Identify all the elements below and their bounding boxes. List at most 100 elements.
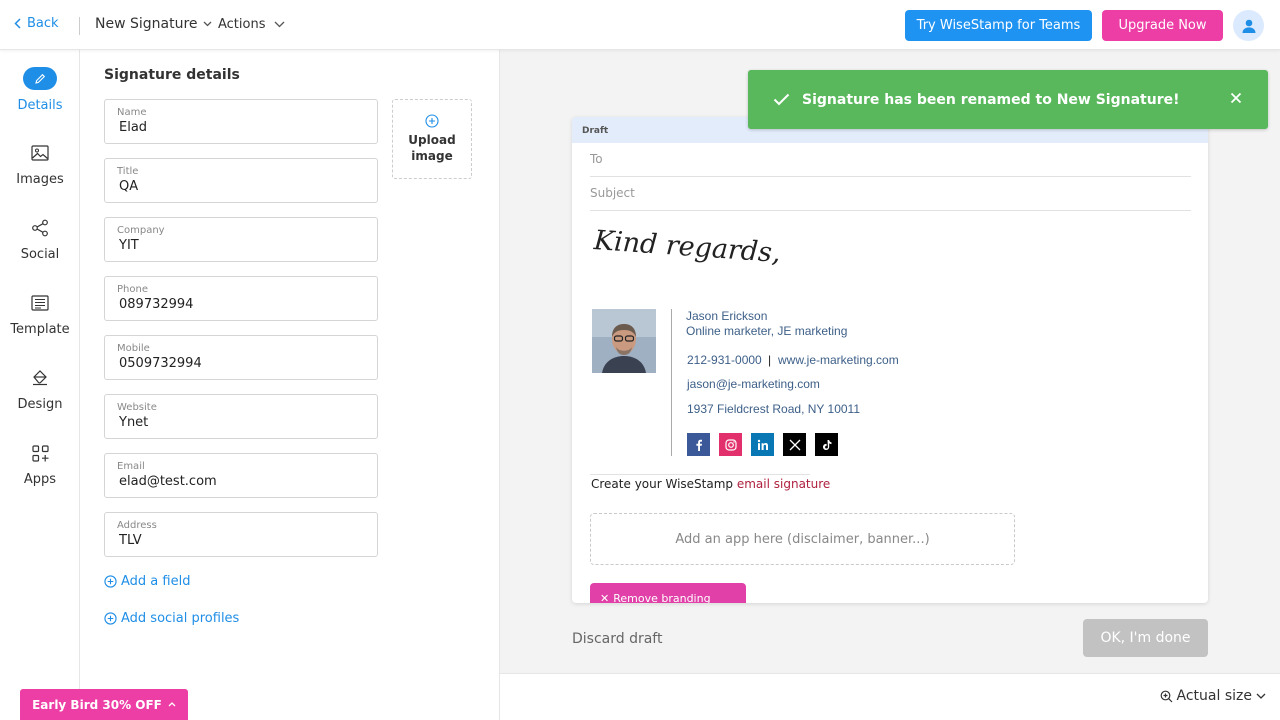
signature-divider xyxy=(671,309,672,456)
pencil-icon xyxy=(23,67,57,90)
facebook-icon[interactable] xyxy=(687,433,710,456)
branding-divider xyxy=(590,474,810,475)
early-bird-label: Early Bird 30% OFF xyxy=(32,697,162,712)
linkedin-icon[interactable] xyxy=(751,433,774,456)
signature-name: Jason Erickson xyxy=(686,309,768,323)
nav-item-apps[interactable]: Apps xyxy=(0,442,80,487)
signature-website: www.je-marketing.com xyxy=(778,353,899,367)
remove-branding-label: Remove branding xyxy=(613,592,711,603)
paint-bucket-icon xyxy=(28,367,52,389)
tiktok-icon[interactable] xyxy=(815,433,838,456)
website-field[interactable]: Website Ynet xyxy=(104,394,378,439)
add-field-link[interactable]: Add a field xyxy=(104,574,190,589)
success-toast: Signature has been renamed to New Signat… xyxy=(748,70,1268,129)
profile-photo xyxy=(592,309,656,373)
actions-label: Actions xyxy=(218,17,266,32)
upload-label: Upload image xyxy=(408,133,456,163)
field-label: Phone xyxy=(117,284,148,295)
field-label: Company xyxy=(117,225,165,236)
signature-email: jason@je-marketing.com xyxy=(687,377,820,391)
signature-title: Online marketer, JE marketing xyxy=(686,324,848,338)
checkmark-icon xyxy=(773,93,790,106)
to-label: To xyxy=(590,152,603,166)
signature-details-panel: Signature details Name Elad Title QA Com… xyxy=(80,50,500,720)
nav-item-design[interactable]: Design xyxy=(0,367,80,412)
field-value: elad@test.com xyxy=(119,474,217,489)
nav-label: Design xyxy=(17,397,63,412)
subject-field: Subject xyxy=(590,177,1191,211)
field-value: Elad xyxy=(119,120,148,135)
discard-draft-button[interactable]: Discard draft xyxy=(572,631,662,647)
nav-item-images[interactable]: Images xyxy=(0,142,80,187)
early-bird-promo-button[interactable]: Early Bird 30% OFF xyxy=(20,689,188,720)
add-social-link[interactable]: Add social profiles xyxy=(104,611,239,626)
name-field[interactable]: Name Elad xyxy=(104,99,378,144)
branding-prefix: Create your WiseStamp xyxy=(591,477,737,491)
field-label: Mobile xyxy=(117,343,150,354)
divider xyxy=(79,17,80,35)
x-icon[interactable] xyxy=(783,433,806,456)
nav-item-social[interactable]: Social xyxy=(0,217,80,262)
user-icon xyxy=(1242,19,1255,33)
nav-label: Details xyxy=(17,98,63,113)
actions-menu[interactable]: Actions xyxy=(218,17,285,32)
chevron-down-icon xyxy=(203,21,211,27)
add-field-label: Add a field xyxy=(121,574,191,589)
to-field: To xyxy=(590,143,1191,177)
branding-text: Create your WiseStamp email signature xyxy=(591,477,830,491)
field-label: Name xyxy=(117,107,147,118)
plus-circle-icon xyxy=(104,575,117,588)
user-avatar[interactable] xyxy=(1233,10,1264,41)
nav-item-template[interactable]: Template xyxy=(0,292,80,337)
company-field[interactable]: Company YIT xyxy=(104,217,378,262)
email-draft-card: Draft To Subject Kind regards, Jason Eri… xyxy=(572,117,1208,603)
signature-selector[interactable]: New Signature xyxy=(95,16,212,32)
instagram-icon[interactable] xyxy=(719,433,742,456)
nav-label: Images xyxy=(16,172,64,187)
signature-name: New Signature xyxy=(95,16,198,32)
share-icon xyxy=(28,217,52,239)
zoom-in-icon xyxy=(1160,690,1172,702)
subject-label: Subject xyxy=(590,186,635,200)
chevron-down-icon xyxy=(274,21,284,28)
try-teams-button[interactable]: Try WiseStamp for Teams xyxy=(905,10,1092,41)
title-field[interactable]: Title QA xyxy=(104,158,378,203)
image-icon xyxy=(28,142,52,164)
side-nav: Details Images Social Template Design Ap… xyxy=(0,50,80,720)
field-value: YIT xyxy=(119,238,139,253)
add-social-label: Add social profiles xyxy=(121,611,240,626)
address-field[interactable]: Address TLV xyxy=(104,512,378,557)
ok-done-button[interactable]: OK, I'm done xyxy=(1083,619,1208,657)
remove-branding-button[interactable]: ✕ Remove branding xyxy=(590,583,746,603)
field-label: Email xyxy=(117,461,145,472)
field-label: Website xyxy=(117,402,157,413)
top-bar: Back New Signature Actions Try WiseStamp… xyxy=(0,0,1280,50)
back-button[interactable]: Back xyxy=(14,16,59,31)
email-field[interactable]: Email elad@test.com xyxy=(104,453,378,498)
field-value: QA xyxy=(119,179,139,194)
upload-image-button[interactable]: Upload image xyxy=(392,99,472,179)
email-signature-link[interactable]: email signature xyxy=(737,477,830,491)
chevron-down-icon xyxy=(1256,693,1266,699)
field-value: TLV xyxy=(119,533,142,548)
nav-label: Apps xyxy=(23,472,57,487)
add-app-label: Add an app here (disclaimer, banner...) xyxy=(675,531,930,547)
signature-address: 1937 Fieldcrest Road, NY 10011 xyxy=(687,402,860,416)
preview-area: Draft To Subject Kind regards, Jason Eri… xyxy=(500,50,1280,673)
closing-text: Kind regards, xyxy=(592,225,782,270)
zoom-selector[interactable]: Actual size xyxy=(1160,688,1266,704)
field-value: 0509732994 xyxy=(119,356,202,371)
nav-item-details[interactable]: Details xyxy=(0,67,80,113)
signature-phone: 212-931-0000 xyxy=(687,353,762,367)
add-app-placeholder[interactable]: Add an app here (disclaimer, banner...) xyxy=(590,513,1015,565)
zoom-label: Actual size xyxy=(1176,688,1252,704)
upgrade-now-button[interactable]: Upgrade Now xyxy=(1102,10,1223,41)
close-icon[interactable] xyxy=(1230,92,1242,104)
field-value: Ynet xyxy=(119,415,149,430)
nav-label: Template xyxy=(10,322,70,337)
signature-separator: | xyxy=(768,353,772,367)
mobile-field[interactable]: Mobile 0509732994 xyxy=(104,335,378,380)
phone-field[interactable]: Phone 089732994 xyxy=(104,276,378,321)
field-label: Title xyxy=(117,166,139,177)
bottom-bar: Actual size xyxy=(500,673,1280,720)
